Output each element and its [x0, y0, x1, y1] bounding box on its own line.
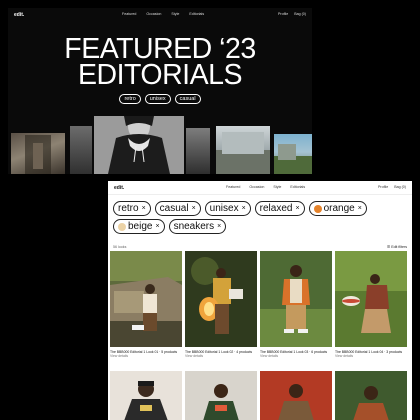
close-icon[interactable]: ×	[295, 205, 299, 212]
look-photo[interactable]	[185, 371, 257, 420]
look-photo-fire[interactable]	[185, 251, 257, 347]
filter-label: orange	[323, 203, 355, 214]
site-logo[interactable]: edit.	[14, 12, 24, 18]
close-icon[interactable]: ×	[142, 205, 146, 212]
look-card[interactable]: The BBB000 Editorial 1 Look 02 · 4 produ…	[185, 251, 257, 358]
look-photo-orange-jacket[interactable]	[260, 251, 332, 347]
look-card[interactable]	[185, 371, 257, 420]
nav-links: Featured Occasion Style Editorials	[122, 12, 204, 16]
view-details-link[interactable]: View details	[110, 354, 182, 358]
top-nav: edit. Featured Occasion Style Editorials…	[108, 181, 412, 195]
editorial-image-doorway[interactable]	[11, 133, 65, 174]
editorial-image-narrow[interactable]	[186, 128, 210, 174]
look-photo-car[interactable]	[110, 251, 182, 347]
view-details-link[interactable]: View details	[185, 354, 257, 358]
look-card[interactable]	[110, 371, 182, 420]
editorial-image-hoodie[interactable]	[94, 116, 184, 174]
top-nav: edit. Featured Occasion Style Editorials…	[8, 8, 312, 22]
filter-chip-casual[interactable]: casual ×	[154, 201, 201, 216]
nav-link-editorials[interactable]: Editorials	[290, 185, 305, 189]
hero-tags: retro unisex casual	[8, 94, 312, 104]
look-card[interactable]: The BBB000 Editorial 1 Look 04 · 3 produ…	[335, 251, 407, 358]
edit-filters-label: Edit filters	[391, 245, 407, 249]
search-results-window: edit. Featured Occasion Style Editorials…	[108, 181, 412, 420]
filter-chip-beige[interactable]: beige ×	[113, 219, 165, 234]
color-swatch-icon	[313, 204, 322, 213]
editorials-hero-window: edit. Featured Occasion Style Editorials…	[8, 8, 312, 174]
look-card[interactable]: The BBB000 Editorial 1 Look 01 · 5 produ…	[110, 251, 182, 358]
filter-label: beige	[128, 221, 153, 232]
site-logo[interactable]: edit.	[114, 185, 124, 191]
close-icon[interactable]: ×	[358, 205, 362, 212]
profile-link[interactable]: Profile	[378, 185, 388, 189]
nav-link-style[interactable]: Style	[171, 12, 179, 16]
nav-link-editorials[interactable]: Editorials	[189, 12, 204, 16]
filter-chip-relaxed[interactable]: relaxed ×	[254, 201, 305, 216]
close-icon[interactable]: ×	[242, 205, 246, 212]
nav-link-occasion[interactable]: Occasion	[146, 12, 161, 16]
profile-link[interactable]: Profile	[278, 12, 288, 16]
color-swatch-icon	[118, 222, 126, 231]
look-card[interactable]	[260, 371, 332, 420]
nav-right: Profile Bag (0)	[378, 185, 406, 189]
filter-label: unisex	[209, 203, 239, 214]
look-photo-sneaker[interactable]	[335, 251, 407, 347]
editorial-image-building[interactable]	[216, 126, 270, 174]
filter-chip-unisex[interactable]: unisex ×	[204, 201, 251, 216]
view-details-link[interactable]: View details	[335, 354, 407, 358]
look-photo[interactable]	[260, 371, 332, 420]
look-card[interactable]	[335, 371, 407, 420]
look-photo[interactable]	[335, 371, 407, 420]
filter-chip-sneakers[interactable]: sneakers ×	[168, 219, 227, 234]
tag-retro[interactable]: retro	[119, 94, 141, 104]
filter-chip-orange[interactable]: orange ×	[308, 201, 367, 216]
tag-unisex[interactable]: unisex	[144, 94, 171, 104]
filter-chip-retro[interactable]: retro ×	[113, 201, 151, 216]
look-photo[interactable]	[110, 371, 182, 420]
close-icon[interactable]: ×	[192, 205, 196, 212]
filter-label: casual	[159, 203, 189, 214]
view-details-link[interactable]: View details	[260, 354, 332, 358]
hero-title-line2: EDITORIALS	[78, 59, 242, 91]
nav-links: Featured Occasion Style Editorials	[226, 185, 305, 189]
nav-link-occasion[interactable]: Occasion	[249, 185, 264, 189]
close-icon[interactable]: ×	[155, 223, 159, 230]
edit-filters-button[interactable]: ☰ Edit filters	[387, 245, 407, 249]
nav-link-featured[interactable]: Featured	[122, 12, 136, 16]
bag-link[interactable]: Bag (0)	[294, 12, 306, 16]
results-count: 56 looks	[113, 245, 127, 249]
filter-label: sneakers	[173, 221, 215, 232]
tag-casual[interactable]: casual	[174, 94, 201, 104]
nav-link-featured[interactable]: Featured	[226, 185, 240, 189]
close-icon[interactable]: ×	[217, 223, 221, 230]
nav-right: Profile Bag (0)	[278, 12, 306, 16]
look-card[interactable]: The BBB000 Editorial 1 Look 03 · 6 produ…	[260, 251, 332, 358]
filter-label: retro	[118, 203, 139, 214]
active-filters: retro × casual × unisex × relaxed × oran…	[113, 201, 409, 234]
hero-title: FEATURED ‘23 EDITORIALS	[8, 35, 312, 91]
nav-link-style[interactable]: Style	[273, 185, 281, 189]
bag-link[interactable]: Bag (0)	[394, 185, 406, 189]
filter-label: relaxed	[259, 203, 293, 214]
editorial-image-outdoor[interactable]	[274, 134, 312, 174]
editorial-image-side[interactable]	[70, 126, 92, 174]
